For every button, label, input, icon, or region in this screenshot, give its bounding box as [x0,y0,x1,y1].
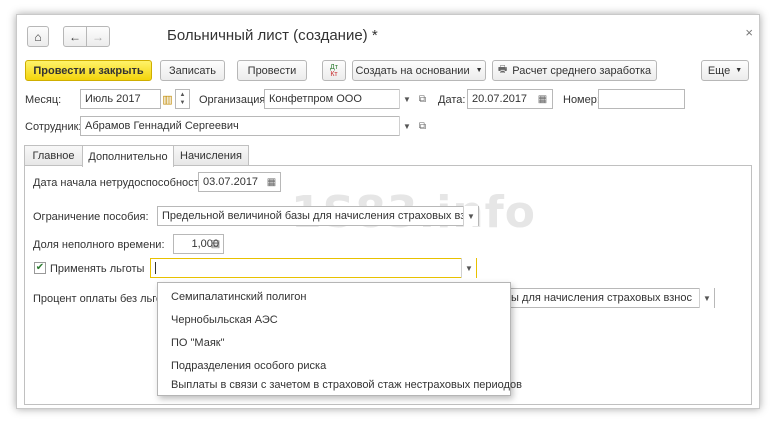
avg-earnings-label: Расчет среднего заработка [512,64,652,77]
list-item[interactable]: Чернобыльская АЭС [171,314,278,326]
down-icon: ▼ [179,100,186,106]
up-icon: ▲ [179,92,186,98]
more-button[interactable]: Еще ▼ [701,60,749,81]
month-value: Июль 2017 [85,93,141,105]
list-item[interactable]: Семипалатинский полигон [171,291,306,303]
tab-accruals-label: Начисления [180,150,242,162]
date-label: Дата: [438,94,466,106]
limit-field[interactable]: Предельной величиной базы для начисления… [157,206,479,226]
percent-dropdown-button[interactable]: ▼ [699,288,714,308]
month-stepper[interactable]: ▲ ▼ [175,89,190,109]
list-item[interactable]: Подразделения особого риска [171,360,326,372]
limit-value: Предельной величиной базы для начисления… [162,210,479,222]
list-item[interactable]: Выплаты в связи с зачетом в страховой ст… [171,379,522,391]
dt-kt-icon: Дт [330,63,338,71]
month-field[interactable]: Июль 2017 [80,89,161,109]
arrow-right-icon: → [92,29,104,44]
create-based-on-button[interactable]: Создать на основании ▼ [352,60,486,81]
tab-additional[interactable]: Дополнительно [82,145,174,167]
number-field[interactable] [598,89,685,109]
tab-additional-label: Дополнительно [88,150,168,163]
arrow-left-icon: ← [69,29,81,44]
more-label: Еще [707,64,731,77]
printer-icon: 🖶 [497,64,508,75]
document-window: ⌂ ← → Больничный лист (создание) * × Про… [16,14,760,409]
calculator-icon[interactable]: ▤ [208,234,223,254]
chevron-down-icon: ▼ [475,67,483,74]
parttime-label: Доля неполного времени: [33,239,165,251]
employee-dropdown-button[interactable]: ▼ [399,116,414,136]
employee-field[interactable]: Абрамов Геннадий Сергеевич [80,116,414,136]
post-button[interactable]: Провести [237,60,307,81]
benefits-dropdown-button[interactable]: ▼ [461,258,476,278]
back-button[interactable]: ← [63,26,87,47]
limit-dropdown-button[interactable]: ▼ [463,206,478,226]
percent-label: Процент оплаты без льгот [33,293,167,305]
benefits-field[interactable] [150,258,477,278]
org-label: Организация: [199,94,269,106]
dt-kt-icon-lower: Кт [330,70,338,78]
home-icon: ⌂ [34,29,42,44]
window-title: Больничный лист (создание) * [167,27,378,44]
avg-earnings-button[interactable]: 🖶 Расчет среднего заработка [492,60,657,81]
benefits-dropdown-list: Семипалатинский полигон Чернобыльская АЭ… [157,282,522,396]
calendar-icon[interactable]: ▦ [535,89,550,109]
tab-main[interactable]: Главное [24,145,83,166]
post-and-close-button[interactable]: Провести и закрыть [25,60,152,81]
home-button[interactable]: ⌂ [27,26,49,47]
open-icon[interactable]: ⧉ [415,116,430,136]
employee-label: Сотрудник: [25,121,82,133]
save-button[interactable]: Записать [160,60,225,81]
tab-accruals[interactable]: Начисления [173,145,249,166]
org-field[interactable]: Конфетпром ООО [264,89,414,109]
forward-button[interactable]: → [86,26,110,47]
number-label: Номер: [563,94,600,106]
list-item[interactable]: ПО "Маяк" [171,337,225,349]
percent-value: зы для начисления страховых взнос [506,292,692,304]
create-based-on-label: Создать на основании [355,64,470,77]
org-value: Конфетпром ООО [269,93,362,105]
calendar-icon[interactable]: ▥ [160,89,175,109]
calendar-icon[interactable]: ▦ [264,172,279,192]
chevron-down-icon: ▼ [735,67,743,74]
tab-main-label: Главное [32,150,75,162]
close-icon[interactable]: × [745,25,753,40]
start-date-value: 03.07.2017 [203,176,259,188]
open-icon[interactable]: ⧉ [415,89,430,109]
limit-label: Ограничение пособия: [33,211,149,223]
org-dropdown-button[interactable]: ▼ [399,89,414,109]
benefits-checkbox[interactable]: ✔ [34,262,46,274]
month-label: Месяц: [25,94,62,106]
employee-value: Абрамов Геннадий Сергеевич [85,120,239,132]
benefits-label: Применять льготы [50,263,145,275]
dt-kt-button[interactable]: Дт Кт [322,60,346,81]
date-value: 20.07.2017 [472,93,528,105]
text-cursor [155,262,156,274]
start-date-label: Дата начала нетрудоспособности: [33,177,208,189]
